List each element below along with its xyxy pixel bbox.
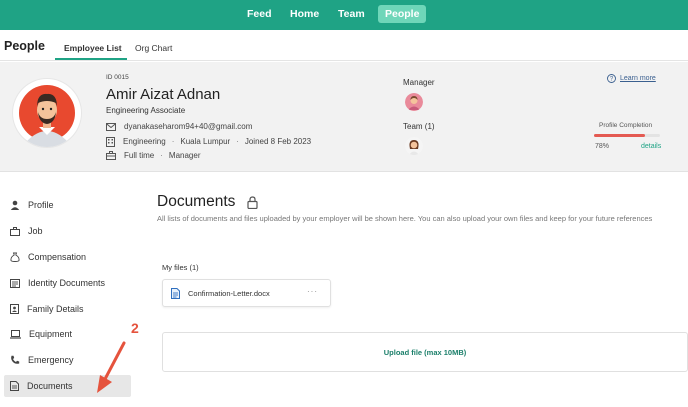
profile-completion-label: Profile Completion — [599, 122, 653, 129]
profile-card: ID 0015 Amir Aizat Adnan Engineering Ass… — [0, 62, 688, 172]
id-card-icon — [10, 278, 20, 288]
employee-role: Engineering Associate — [106, 106, 186, 115]
my-files-label: My files (1) — [162, 263, 199, 272]
top-navigation: Feed Home Team People — [0, 0, 688, 30]
briefcase-icon — [10, 226, 20, 236]
sidebar-item-label: Compensation — [28, 252, 87, 262]
employee-department: Engineering — [123, 137, 166, 146]
manager-label: Manager — [403, 78, 435, 87]
team-label: Team (1) — [403, 122, 435, 131]
sidebar-item-label: Job — [28, 226, 43, 236]
employee-email: dyanakaseharom94+40@gmail.com — [124, 122, 253, 131]
email-row: dyanakaseharom94+40@gmail.com — [106, 121, 252, 132]
employee-joined: Joined 8 Feb 2023 — [244, 137, 312, 146]
sidebar-item-documents[interactable]: Documents — [4, 375, 131, 397]
work-info-row: Engineering · Kuala Lumpur · Joined 8 Fe… — [106, 136, 311, 147]
employee-level: Manager — [168, 151, 201, 160]
learn-more-link[interactable]: ? Learn more — [607, 74, 656, 83]
nav-feed[interactable]: Feed — [247, 8, 272, 20]
avatar — [13, 79, 81, 147]
sidebar-item-compensation[interactable]: Compensation — [4, 246, 131, 268]
sidebar-item-label: Emergency — [28, 355, 74, 365]
nav-team[interactable]: Team — [338, 8, 365, 20]
building-icon — [106, 136, 115, 147]
employment-row: Full time · Manager — [106, 150, 200, 161]
profile-completion-percent: 78% — [595, 143, 610, 150]
money-bag-icon — [10, 252, 20, 262]
nav-home[interactable]: Home — [290, 8, 319, 20]
documents-title: Documents — [157, 193, 236, 210]
sidebar-item-job[interactable]: Job — [4, 220, 131, 242]
help-icon: ? — [607, 74, 616, 83]
document-icon — [10, 381, 19, 391]
sidebar-item-identity-documents[interactable]: Identity Documents — [4, 272, 131, 294]
sidebar-item-equipment[interactable]: Equipment — [4, 323, 131, 345]
documents-heading: Documents — [157, 193, 259, 211]
sidebar-item-emergency[interactable]: Emergency — [4, 349, 131, 371]
person-icon — [10, 200, 20, 210]
employee-location: Kuala Lumpur — [180, 137, 231, 146]
family-book-icon — [10, 304, 19, 314]
nav-people[interactable]: People — [378, 5, 427, 23]
laptop-icon — [10, 329, 21, 339]
sidebar-item-profile[interactable]: Profile — [4, 194, 131, 216]
tab-org-chart[interactable]: Org Chart — [135, 43, 172, 53]
manager-avatar[interactable] — [405, 93, 423, 111]
learn-more-label[interactable]: Learn more — [620, 75, 656, 82]
briefcase-icon — [106, 151, 116, 160]
employee-name: Amir Aizat Adnan — [106, 86, 221, 103]
sidebar-item-family-details[interactable]: Family Details — [4, 298, 131, 320]
file-name[interactable]: Confirmation-Letter.docx — [188, 289, 270, 298]
documents-description: All lists of documents and files uploade… — [157, 214, 653, 223]
upload-dropzone[interactable]: Upload file (max 10MB) — [162, 332, 688, 372]
active-tab-indicator — [55, 58, 127, 60]
file-card[interactable]: Confirmation-Letter.docx ··· — [162, 279, 331, 307]
page-title: People — [4, 39, 45, 53]
word-document-icon — [171, 287, 180, 299]
sidebar-item-label: Profile — [28, 200, 54, 210]
sidebar-item-label: Documents — [27, 381, 73, 391]
file-more-menu[interactable]: ··· — [307, 287, 318, 296]
tab-employee-list[interactable]: Employee List — [64, 43, 122, 53]
profile-details-link[interactable]: details — [641, 143, 661, 150]
sidebar-item-label: Equipment — [29, 329, 73, 339]
employee-id: ID 0015 — [106, 74, 129, 81]
employment-type: Full time — [124, 151, 155, 160]
annotation-step-number: 2 — [131, 320, 139, 336]
profile-completion-fill — [594, 134, 646, 137]
lock-icon — [247, 195, 259, 209]
profile-completion-bar — [594, 134, 660, 137]
team-member-avatar[interactable] — [405, 137, 423, 155]
people-header: People Employee List Org Chart — [0, 30, 688, 61]
mail-icon — [106, 122, 116, 131]
phone-icon — [11, 355, 20, 364]
upload-file-label[interactable]: Upload file (max 10MB) — [384, 348, 467, 357]
sidebar-item-label: Identity Documents — [28, 278, 106, 288]
sidebar-item-label: Family Details — [27, 304, 84, 314]
